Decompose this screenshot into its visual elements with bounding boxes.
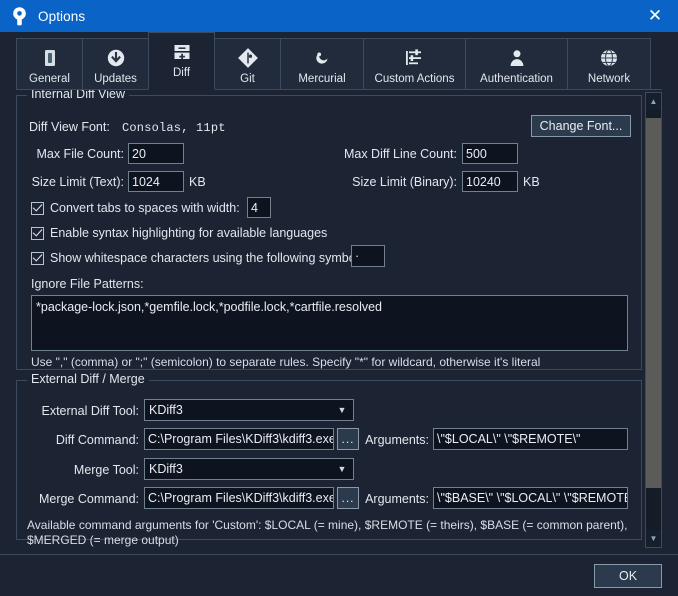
ignore-file-patterns-textarea[interactable]: *package-lock.json,*gemfile.lock,*podfil… (31, 295, 628, 351)
show-whitespace-checkbox[interactable] (31, 251, 44, 265)
scroll-content: Internal Diff View Diff View Font: Conso… (16, 90, 645, 554)
mercurial-icon (311, 45, 333, 71)
sliders-icon (403, 45, 427, 71)
tab-width-input[interactable]: 4 (247, 197, 271, 218)
merge-arguments-label: Arguments: (365, 492, 429, 506)
external-diff-merge-group: External Diff / Merge External Diff Tool… (16, 372, 642, 547)
custom-arguments-hint-line2: $MERGED (= merge output) (27, 533, 179, 547)
diff-view-font-label: Diff View Font: (29, 120, 110, 134)
size-limit-text-unit: KB (189, 175, 206, 189)
diff-plus-minus-icon (171, 39, 193, 65)
merge-tool-select[interactable]: KDiff3 ▼ (144, 458, 354, 480)
convert-tabs-checkbox[interactable] (31, 201, 44, 215)
tab-label: Updates (94, 73, 137, 85)
custom-arguments-hint-line1: Available command arguments for 'Custom'… (27, 518, 628, 532)
diff-view-font-value: Consolas, 11pt (122, 121, 226, 135)
group-title: Internal Diff View (27, 90, 130, 101)
change-font-button[interactable]: Change Font... (531, 115, 631, 137)
max-diff-line-count-label: Max Diff Line Count: (343, 147, 457, 161)
merge-arguments-input[interactable]: \"$BASE\" \"$LOCAL\" \"$REMOTE\" -o (433, 487, 628, 509)
tab-label: Custom Actions (374, 73, 455, 85)
tab-diff[interactable]: Diff (148, 32, 215, 90)
tab-general[interactable]: General (16, 38, 83, 90)
merge-command-browse-button[interactable]: ... (337, 487, 359, 509)
scroll-up-icon[interactable]: ▲ (646, 93, 661, 110)
tab-git[interactable]: Git (214, 38, 281, 90)
scroll-down-icon[interactable]: ▼ (646, 530, 661, 547)
size-limit-text-input[interactable]: 1024 (128, 171, 184, 192)
size-limit-binary-input[interactable]: 10240 (462, 171, 518, 192)
scrollbar-thumb[interactable] (646, 118, 661, 488)
syntax-highlighting-label: Enable syntax highlighting for available… (50, 226, 328, 240)
ignore-patterns-hint: Use "," (comma) or ";" (semicolon) to se… (31, 355, 541, 369)
merge-command-label: Merge Command: (38, 492, 139, 506)
merge-command-input[interactable]: C:\Program Files\KDiff3\kdiff3.exe (144, 487, 334, 509)
vertical-scrollbar[interactable]: ▲ ▼ (645, 92, 662, 548)
merge-tool-value: KDiff3 (149, 462, 183, 476)
tab-label: General (29, 73, 70, 85)
tab-custom-actions[interactable]: Custom Actions (363, 38, 466, 90)
person-icon (506, 45, 528, 71)
globe-icon (598, 45, 620, 71)
max-diff-line-count-input[interactable]: 500 (462, 143, 518, 164)
download-arrow-icon (105, 45, 127, 71)
battery-icon (39, 45, 61, 71)
chevron-down-icon: ▼ (337, 464, 347, 474)
convert-tabs-label: Convert tabs to spaces with width: (50, 201, 240, 215)
syntax-highlighting-checkbox[interactable] (31, 226, 44, 240)
max-file-count-label: Max File Count: (36, 147, 124, 161)
options-dialog: Options ✕ General Updates Diff Git Mercu… (0, 0, 678, 596)
convert-tabs-row: Convert tabs to spaces with width: (31, 201, 240, 215)
tab-label: Diff (172, 67, 191, 79)
tab-label: Authentication (480, 73, 553, 85)
tab-strip: General Updates Diff Git Mercurial Custo… (0, 32, 678, 90)
diff-command-browse-button[interactable]: ... (337, 428, 359, 450)
tab-mercurial[interactable]: Mercurial (280, 38, 364, 90)
title-bar: Options ✕ (0, 0, 678, 32)
merge-tool-label: Merge Tool: (73, 463, 139, 477)
tab-label: Network (587, 73, 631, 85)
diff-arguments-label: Arguments: (365, 433, 429, 447)
dialog-footer: OK (0, 554, 678, 596)
max-file-count-input[interactable]: 20 (128, 143, 184, 164)
show-whitespace-label: Show whitespace characters using the fol… (50, 251, 362, 265)
external-diff-tool-value: KDiff3 (149, 403, 183, 417)
git-diamond-icon (237, 45, 259, 71)
ignore-file-patterns-label: Ignore File Patterns: (31, 277, 144, 291)
diff-arguments-input[interactable]: \"$LOCAL\" \"$REMOTE\" (433, 428, 628, 450)
size-limit-text-label: Size Limit (Text): (31, 175, 124, 189)
app-keyhole-icon (6, 0, 32, 32)
window-title: Options (38, 8, 86, 24)
content-area: Internal Diff View Diff View Font: Conso… (0, 90, 678, 554)
scrollbar-track[interactable] (646, 110, 661, 530)
tab-network[interactable]: Network (567, 38, 651, 90)
internal-diff-view-group: Internal Diff View Diff View Font: Conso… (16, 90, 642, 370)
tab-authentication[interactable]: Authentication (465, 38, 568, 90)
size-limit-binary-unit: KB (523, 175, 540, 189)
tab-label: Mercurial (298, 73, 346, 85)
group-title: External Diff / Merge (27, 372, 149, 386)
close-icon[interactable]: ✕ (632, 0, 678, 32)
tab-updates[interactable]: Updates (82, 38, 149, 90)
external-diff-tool-select[interactable]: KDiff3 ▼ (144, 399, 354, 421)
external-diff-tool-label: External Diff Tool: (41, 404, 139, 418)
ok-button[interactable]: OK (594, 563, 662, 588)
diff-command-label: Diff Command: (55, 433, 139, 447)
whitespace-symbol-input[interactable]: · (351, 245, 385, 267)
chevron-down-icon: ▼ (337, 405, 347, 415)
show-whitespace-row: Show whitespace characters using the fol… (31, 251, 362, 265)
size-limit-binary-label: Size Limit (Binary): (352, 175, 457, 189)
diff-command-input[interactable]: C:\Program Files\KDiff3\kdiff3.exe (144, 428, 334, 450)
syntax-highlighting-row: Enable syntax highlighting for available… (31, 226, 327, 240)
tab-label: Git (240, 73, 255, 85)
